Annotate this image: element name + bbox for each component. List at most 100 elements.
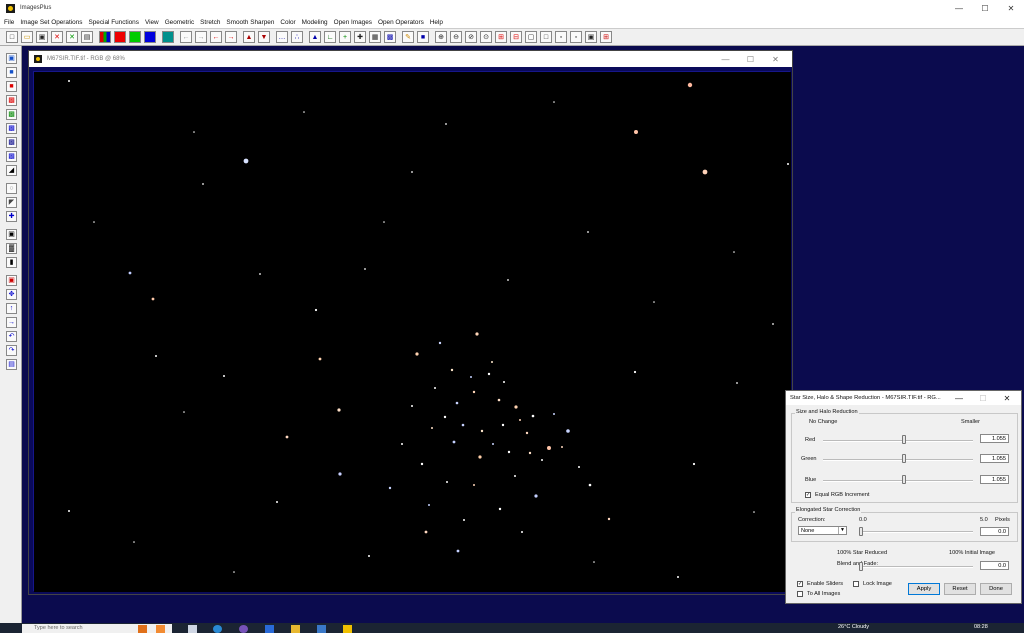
menu-modeling[interactable]: Modeling [302, 19, 328, 26]
frame-tiny-icon[interactable]: ▫ [570, 31, 582, 43]
pencil-icon[interactable]: ✎ [402, 31, 414, 43]
taskbar-search-input[interactable]: Type here to search [22, 624, 172, 633]
panel-icon[interactable]: ▩ [384, 31, 396, 43]
arrow-right-gray-icon[interactable]: → [195, 31, 207, 43]
zoom-in-icon[interactable]: ⊕ [435, 31, 447, 43]
tool-blue-icon[interactable]: ▩ [6, 123, 17, 134]
tool-contrast-icon[interactable]: ◢ [6, 165, 17, 176]
tool-right-arrow-icon[interactable]: → [6, 317, 17, 328]
align-bottom-icon[interactable]: ▼ [258, 31, 270, 43]
axis-icon[interactable]: ∟ [324, 31, 336, 43]
close-icon[interactable]: ✕ [998, 0, 1024, 16]
grid-icon[interactable]: ▦ [369, 31, 381, 43]
blue-slider-thumb[interactable] [902, 475, 906, 484]
menu-view[interactable]: View [145, 19, 159, 26]
zoom-actual-icon[interactable]: ⊙ [480, 31, 492, 43]
menu-open-images[interactable]: Open Images [334, 19, 372, 26]
menu-color[interactable]: Color [280, 19, 295, 26]
align-top-icon[interactable]: ▲ [243, 31, 255, 43]
red-channel-icon[interactable] [114, 31, 126, 43]
tool-save-icon[interactable]: ▣ [6, 53, 17, 64]
rgb-channels-icon[interactable] [99, 31, 111, 43]
tool-black-icon[interactable]: ■ [6, 67, 17, 78]
dialog-maximize-icon[interactable]: ☐ [971, 391, 995, 405]
menu-help[interactable]: Help [430, 19, 443, 26]
menu-special-functions[interactable]: Special Functions [88, 19, 138, 26]
tool-target-icon[interactable]: ▣ [6, 229, 17, 240]
print-icon[interactable]: ▤ [81, 31, 93, 43]
blend-value-field[interactable]: 0.0 [980, 561, 1009, 570]
zoom-red-out-icon[interactable]: ⊟ [510, 31, 522, 43]
clock-time[interactable]: 08:28 [974, 624, 988, 630]
zoom-fit-icon[interactable]: ⊘ [465, 31, 477, 43]
image-maximize-icon[interactable]: ☐ [738, 51, 763, 67]
taskbar-app-icon[interactable] [138, 625, 147, 633]
tool-undo-icon[interactable]: ↶ [6, 331, 17, 342]
fill-icon[interactable]: ■ [417, 31, 429, 43]
equal-rgb-checkbox[interactable]: ✓ [805, 492, 811, 498]
correction-value-field[interactable]: 0.0 [980, 527, 1009, 536]
new-file-icon[interactable]: □ [6, 31, 18, 43]
open-folder-icon[interactable]: ▭ [21, 31, 33, 43]
apply-button[interactable]: Apply [908, 583, 940, 595]
tool-circle-icon[interactable]: ○ [6, 183, 17, 194]
imagesplus-taskbar-icon[interactable] [343, 625, 352, 633]
taskbar-app-icon-2[interactable] [156, 625, 165, 633]
weather-status[interactable]: 26°C Cloudy [838, 624, 869, 630]
tool-red-icon[interactable]: ■ [6, 81, 17, 92]
tool-history-icon[interactable]: ▤ [6, 359, 17, 370]
close-image-icon[interactable]: ✕ [51, 31, 63, 43]
frame-small-icon[interactable]: ▫ [555, 31, 567, 43]
image-close-icon[interactable]: ✕ [763, 51, 788, 67]
tool-levels-icon[interactable]: ▓ [6, 243, 17, 254]
tool-navy-icon[interactable]: ▩ [6, 137, 17, 148]
frame-icon[interactable]: ▢ [525, 31, 537, 43]
lock-image-checkbox[interactable] [853, 581, 859, 587]
dialog-minimize-icon[interactable]: — [947, 391, 971, 405]
histogram-icon[interactable]: ▲ [309, 31, 321, 43]
tile-icon[interactable]: ⊞ [600, 31, 612, 43]
start-icon[interactable] [6, 625, 15, 633]
green-slider-track[interactable] [823, 459, 973, 461]
tool-crop-icon[interactable]: ▣ [6, 275, 17, 286]
crosshair-icon[interactable]: ✚ [354, 31, 366, 43]
menu-file[interactable]: File [4, 19, 14, 26]
browser-icon[interactable] [239, 625, 248, 633]
blue-slider-track[interactable] [823, 480, 973, 482]
edge-browser-icon[interactable] [213, 625, 222, 633]
blend-slider-thumb[interactable] [859, 562, 863, 571]
correction-select[interactable]: None ▼ [798, 526, 847, 535]
red-value-field[interactable]: 1.055 [980, 434, 1009, 443]
reset-button[interactable]: Reset [944, 583, 976, 595]
tool-green-icon[interactable]: ▩ [6, 109, 17, 120]
correction-slider-thumb[interactable] [859, 527, 863, 536]
to-all-images-checkbox[interactable] [797, 591, 803, 597]
tool-blue-alt-icon[interactable]: ▩ [6, 151, 17, 162]
frame-alt-icon[interactable]: □ [540, 31, 552, 43]
menu-open-operators[interactable]: Open Operators [378, 19, 424, 26]
tool-plus-icon[interactable]: ✚ [6, 211, 17, 222]
plus-icon[interactable]: + [339, 31, 351, 43]
blue-value-field[interactable]: 1.055 [980, 475, 1009, 484]
green-value-field[interactable]: 1.055 [980, 454, 1009, 463]
menu-smooth-sharpen[interactable]: Smooth Sharpen [226, 19, 274, 26]
minimize-icon[interactable]: — [946, 0, 972, 16]
store-icon[interactable] [265, 625, 274, 633]
tool-redo-icon[interactable]: ↷ [6, 345, 17, 356]
done-button[interactable]: Done [980, 583, 1012, 595]
star-field-image[interactable] [33, 71, 791, 592]
enable-sliders-checkbox[interactable]: ✓ [797, 581, 803, 587]
maximize-icon[interactable]: ☐ [972, 0, 998, 16]
tool-bar-icon[interactable]: ▮ [6, 257, 17, 268]
red-slider-thumb[interactable] [902, 435, 906, 444]
menu-stretch[interactable]: Stretch [200, 19, 220, 26]
network-icon[interactable]: ∴ [291, 31, 303, 43]
tool-up-arrow-icon[interactable]: ↑ [6, 303, 17, 314]
file-explorer-icon[interactable] [291, 625, 300, 633]
tool-gradient-icon[interactable]: ◤ [6, 197, 17, 208]
red-slider-track[interactable] [823, 440, 973, 442]
zoom-out-icon[interactable]: ⊖ [450, 31, 462, 43]
arrow-left-red-icon[interactable]: ← [210, 31, 222, 43]
menu-geometric[interactable]: Geometric [165, 19, 194, 26]
arrow-left-gray-icon[interactable]: ← [180, 31, 192, 43]
